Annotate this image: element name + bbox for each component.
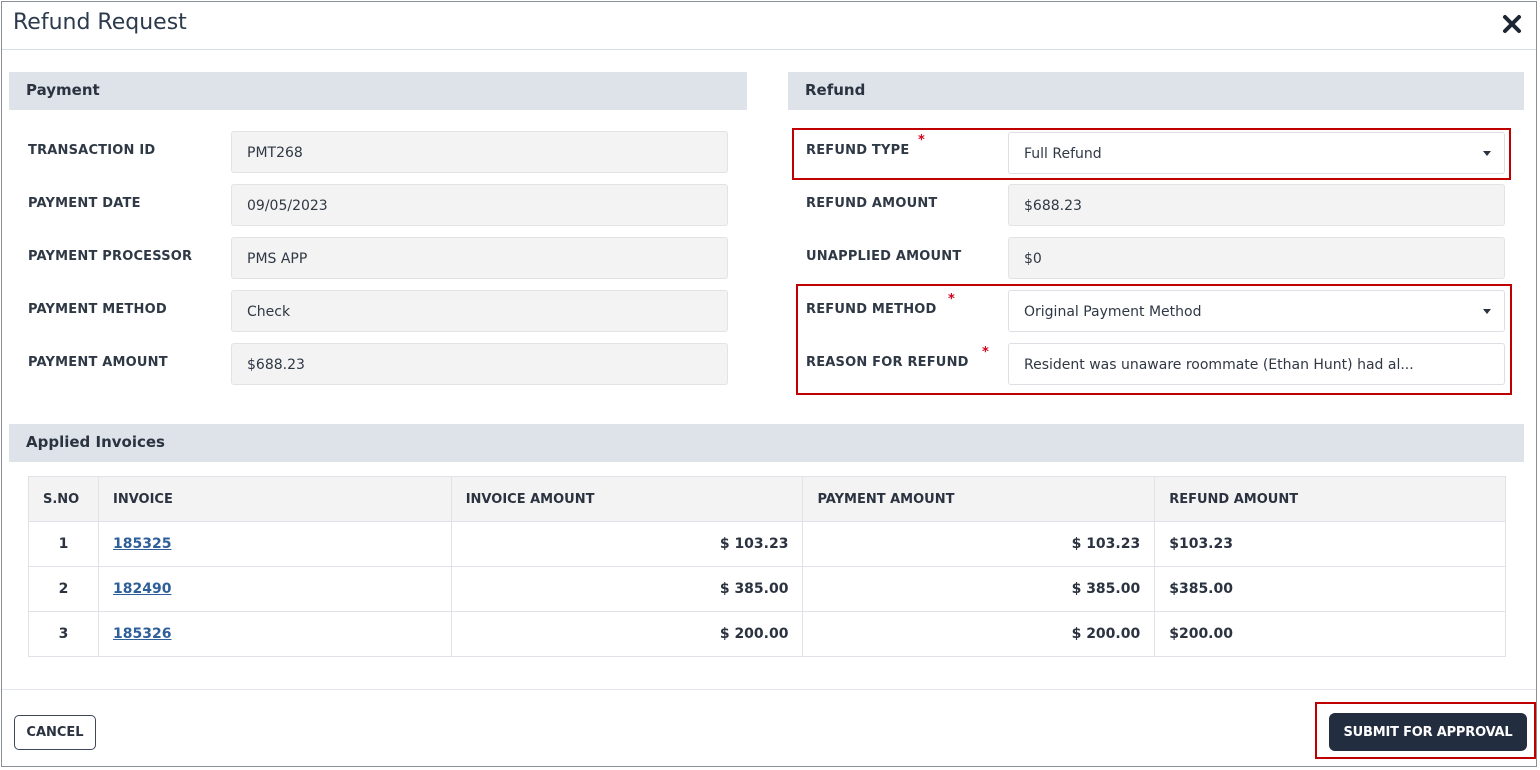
- invoice-amount-cell: $ 103.23: [450, 521, 804, 567]
- payment-section-header: Payment: [9, 72, 747, 110]
- column-header-refund-amount: REFUND AMOUNT: [1154, 476, 1506, 522]
- transaction-id-field: PMT268: [231, 131, 728, 173]
- refund-section-title: Refund: [805, 81, 866, 99]
- applied-invoices-table: S.NO INVOICE INVOICE AMOUNT PAYMENT AMOU…: [28, 476, 1506, 657]
- row-sno: 1: [28, 521, 99, 567]
- payment-method-value: Check: [247, 304, 291, 320]
- payment-method-field: Check: [231, 290, 728, 332]
- invoice-amount-cell: $ 200.00: [450, 611, 804, 657]
- payment-amount-field: $688.23: [231, 343, 728, 385]
- refund-amount-cell: $200.00: [1154, 611, 1506, 657]
- transaction-id-label: TRANSACTION ID: [28, 143, 156, 158]
- column-header-payment-amount: PAYMENT AMOUNT: [802, 476, 1156, 522]
- payment-date-label: PAYMENT DATE: [28, 196, 141, 211]
- column-header-sno: S.NO: [28, 476, 99, 522]
- refund-type-highlight: [792, 128, 1511, 180]
- table-row: 3 185326 $ 200.00 $ 200.00 $200.00: [28, 611, 1506, 657]
- payment-amount-cell: $ 385.00: [802, 566, 1156, 612]
- table-header-row: S.NO INVOICE INVOICE AMOUNT PAYMENT AMOU…: [28, 476, 1506, 522]
- payment-date-value: 09/05/2023: [247, 198, 328, 214]
- refund-method-highlight: [796, 284, 1512, 395]
- unapplied-amount-field: $0: [1008, 237, 1505, 279]
- submit-highlight: [1315, 702, 1536, 759]
- cancel-button[interactable]: CANCEL: [14, 715, 96, 750]
- refund-amount-value: $688.23: [1024, 198, 1082, 214]
- unapplied-amount-label: UNAPPLIED AMOUNT: [806, 249, 962, 264]
- payment-section-title: Payment: [26, 81, 100, 99]
- payment-amount-label: PAYMENT AMOUNT: [28, 355, 168, 370]
- refund-amount-field: $688.23: [1008, 184, 1505, 226]
- payment-processor-value: PMS APP: [247, 251, 308, 267]
- refund-amount-label: REFUND AMOUNT: [806, 196, 938, 211]
- invoice-link[interactable]: 182490: [113, 581, 171, 597]
- footer-divider: [2, 689, 1536, 690]
- modal-header: Refund Request: [2, 2, 1536, 50]
- payment-amount-cell: $ 103.23: [802, 521, 1156, 567]
- refund-request-modal: Refund Request Payment TRANSACTION ID PM…: [1, 1, 1537, 767]
- column-header-invoice: INVOICE: [97, 476, 452, 522]
- refund-section-header: Refund: [788, 72, 1524, 110]
- refund-amount-cell: $103.23: [1154, 521, 1506, 567]
- applied-invoices-title: Applied Invoices: [26, 433, 165, 451]
- modal-title: Refund Request: [13, 10, 187, 35]
- close-icon[interactable]: [1500, 12, 1524, 36]
- invoice-link[interactable]: 185325: [113, 536, 171, 552]
- table-row: 1 185325 $ 103.23 $ 103.23 $103.23: [28, 521, 1506, 567]
- table-row: 2 182490 $ 385.00 $ 385.00 $385.00: [28, 566, 1506, 612]
- refund-amount-cell: $385.00: [1154, 566, 1506, 612]
- payment-processor-label: PAYMENT PROCESSOR: [28, 249, 193, 264]
- applied-invoices-section-header: Applied Invoices: [9, 424, 1524, 462]
- payment-amount-cell: $ 200.00: [802, 611, 1156, 657]
- column-header-invoice-amount: INVOICE AMOUNT: [450, 476, 804, 522]
- payment-amount-value: $688.23: [247, 357, 305, 373]
- unapplied-amount-value: $0: [1024, 251, 1042, 267]
- payment-method-label: PAYMENT METHOD: [28, 302, 167, 317]
- row-sno: 2: [28, 566, 99, 612]
- invoice-amount-cell: $ 385.00: [450, 566, 804, 612]
- payment-processor-field: PMS APP: [231, 237, 728, 279]
- transaction-id-value: PMT268: [247, 145, 303, 161]
- invoice-link[interactable]: 185326: [113, 626, 171, 642]
- payment-date-field: 09/05/2023: [231, 184, 728, 226]
- row-sno: 3: [28, 611, 99, 657]
